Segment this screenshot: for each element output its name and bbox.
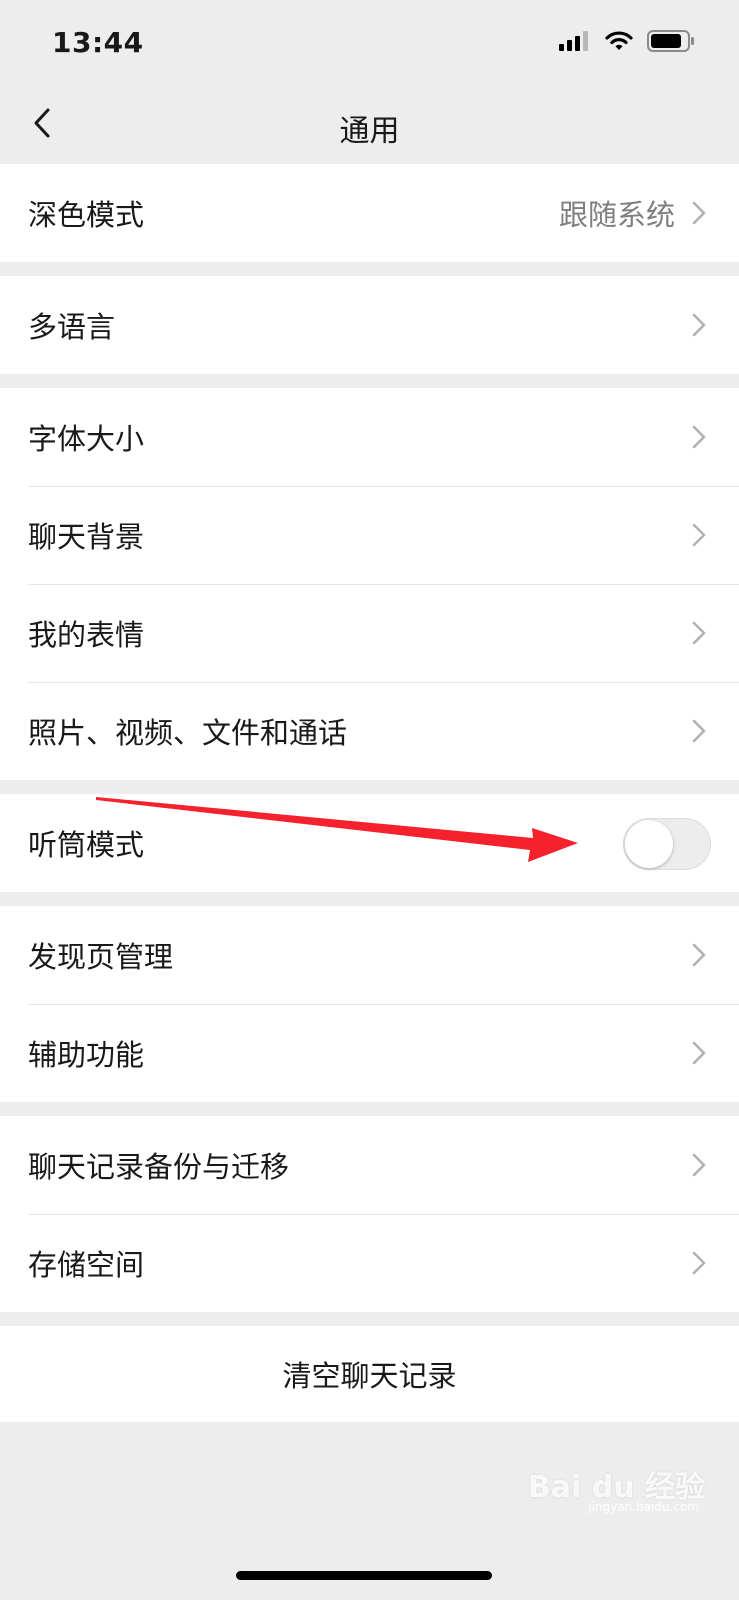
chevron-right-icon	[692, 943, 706, 967]
accessibility-row[interactable]: 辅助功能	[0, 1004, 739, 1102]
status-icons	[559, 30, 695, 56]
my-stickers-row[interactable]: 我的表情	[0, 584, 739, 682]
discover-manage-row[interactable]: 发现页管理	[0, 906, 739, 1004]
chevron-right-icon	[692, 621, 706, 645]
chevron-right-icon	[692, 313, 706, 337]
font-size-row[interactable]: 字体大小	[0, 388, 739, 486]
media-files-calls-label: 照片、视频、文件和通话	[28, 716, 348, 750]
signal-icon	[559, 31, 591, 55]
group-language: 多语言	[0, 276, 739, 374]
chevron-right-icon	[692, 523, 706, 547]
nav-bar: 通用	[0, 88, 739, 164]
group-dark-mode: 深色模式 跟随系统	[0, 164, 739, 262]
dark-mode-row[interactable]: 深色模式 跟随系统	[0, 164, 739, 262]
wifi-icon	[605, 31, 633, 55]
chevron-right-icon	[692, 425, 706, 449]
chat-background-row[interactable]: 聊天背景	[0, 486, 739, 584]
chevron-right-icon	[692, 1041, 706, 1065]
chat-backup-label: 聊天记录备份与迁移	[28, 1150, 290, 1184]
chat-backup-row[interactable]: 聊天记录备份与迁移	[0, 1116, 739, 1214]
watermark-url: jingyan.baidu.com	[588, 1500, 699, 1514]
chevron-right-icon	[692, 719, 706, 743]
status-bar: 13:44	[0, 0, 739, 88]
clear-chat-label: 清空聊天记录	[282, 1359, 457, 1393]
page-title: 通用	[339, 114, 400, 149]
clear-chat-button[interactable]: 清空聊天记录	[0, 1326, 739, 1422]
group-display: 字体大小 聊天背景 我的表情 照片、视频、文件和通话	[0, 388, 739, 780]
accessibility-label: 辅助功能	[28, 1038, 145, 1072]
language-row[interactable]: 多语言	[0, 276, 739, 374]
earpiece-mode-row: 听筒模式	[0, 794, 739, 892]
storage-label: 存储空间	[28, 1248, 145, 1282]
earpiece-mode-toggle[interactable]	[623, 818, 711, 870]
discover-manage-label: 发现页管理	[28, 940, 174, 974]
group-earpiece: 听筒模式	[0, 794, 739, 892]
media-files-calls-row[interactable]: 照片、视频、文件和通话	[0, 682, 739, 780]
battery-icon	[647, 30, 695, 56]
language-label: 多语言	[28, 310, 116, 344]
chevron-right-icon	[692, 201, 706, 225]
dark-mode-label: 深色模式	[28, 198, 145, 232]
storage-row[interactable]: 存储空间	[0, 1214, 739, 1312]
earpiece-mode-label: 听筒模式	[28, 828, 145, 862]
home-indicator	[236, 1571, 492, 1580]
status-time: 13:44	[52, 26, 144, 59]
font-size-label: 字体大小	[28, 422, 145, 456]
clear-chat-group: 清空聊天记录	[0, 1326, 739, 1422]
chevron-right-icon	[692, 1153, 706, 1177]
group-discover: 发现页管理 辅助功能	[0, 906, 739, 1102]
group-storage: 聊天记录备份与迁移 存储空间	[0, 1116, 739, 1312]
dark-mode-value: 跟随系统	[558, 198, 675, 232]
chat-background-label: 聊天背景	[28, 520, 145, 554]
chevron-right-icon	[692, 1251, 706, 1275]
toggle-knob	[625, 820, 673, 868]
my-stickers-label: 我的表情	[28, 618, 145, 652]
